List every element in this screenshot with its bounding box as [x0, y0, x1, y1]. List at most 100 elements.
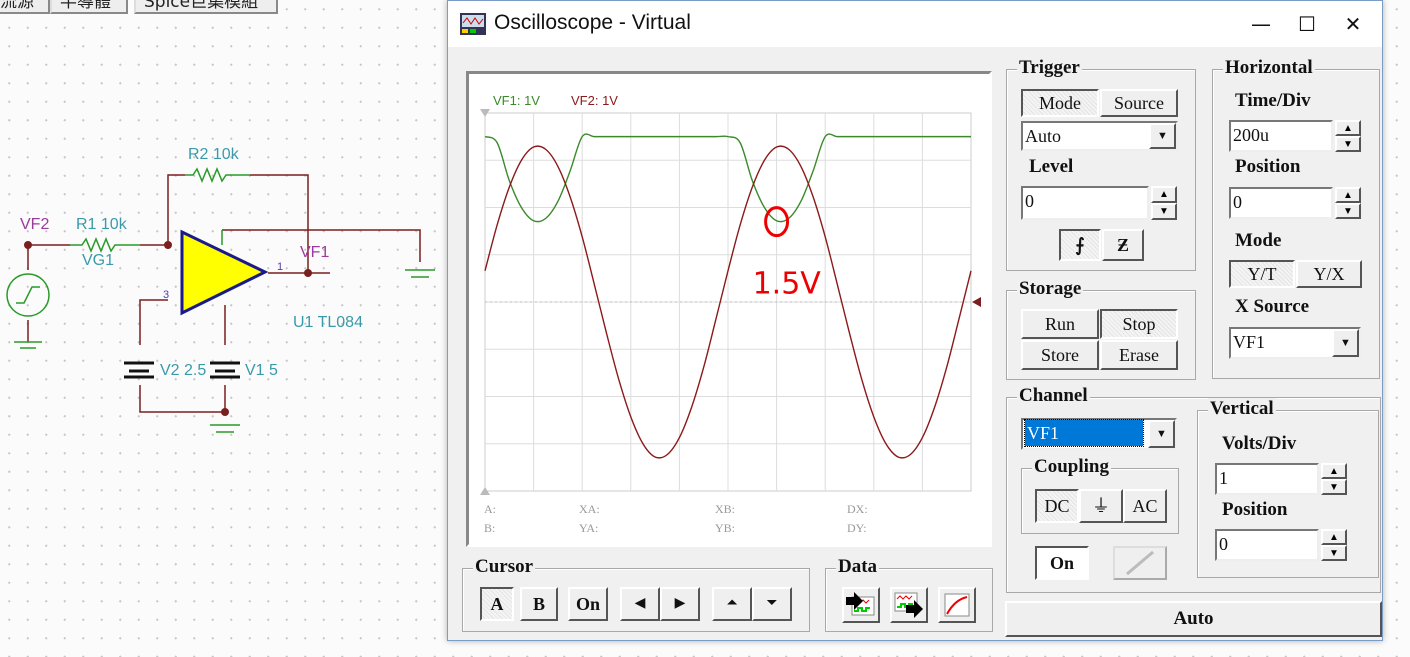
spin-down-icon[interactable]: ▼: [1151, 203, 1177, 220]
channel-on-button[interactable]: On: [1035, 546, 1089, 580]
label-vf2: VF2: [20, 216, 49, 233]
storage-run-button[interactable]: Run: [1021, 309, 1099, 339]
storage-erase-button[interactable]: Erase: [1100, 340, 1178, 370]
time-div-input[interactable]: 200u: [1229, 120, 1333, 152]
channel-group-title: Channel: [1017, 385, 1090, 407]
horizontal-position-label: Position: [1235, 156, 1301, 177]
channel-label-vf2: VF2: 1V: [571, 93, 618, 108]
storage-group-title: Storage: [1017, 278, 1084, 300]
cursor-up-button[interactable]: ⏶: [712, 587, 752, 621]
data-group-title: Data: [836, 556, 880, 578]
x-source-select[interactable]: VF1 ▼: [1229, 327, 1361, 359]
trigger-group-title: Trigger: [1017, 57, 1082, 79]
import-data-icon: [846, 592, 875, 616]
volts-div-label: Volts/Div: [1222, 433, 1297, 454]
pin-3: 3: [163, 289, 169, 301]
cursor-b-button[interactable]: B: [520, 587, 558, 621]
cursor-right-button[interactable]: ▶: [660, 587, 700, 621]
channel-label-vf1: VF1: 1V: [493, 93, 540, 108]
cursor-group: Cursor A B On ◀ ▶ ⏶ ⏷: [462, 556, 810, 632]
storage-store-button[interactable]: Store: [1021, 340, 1099, 370]
cursor-down-button[interactable]: ⏷: [752, 587, 792, 621]
cursor-dy-readout: DY:: [847, 521, 867, 535]
cursor-b-readout: B:: [484, 521, 496, 535]
chevron-down-icon[interactable]: ▼: [1332, 329, 1359, 357]
volts-div-input[interactable]: 1: [1215, 463, 1319, 495]
minimize-button[interactable]: —: [1238, 5, 1284, 43]
op-amp-symbol: [180, 229, 269, 316]
spin-up-icon[interactable]: ▲: [1151, 186, 1177, 203]
time-div-label: Time/Div: [1235, 90, 1311, 111]
label-v1: V1 5: [245, 362, 278, 379]
mode-yt-button[interactable]: Y/T: [1229, 260, 1295, 288]
cursor-a-button[interactable]: A: [480, 587, 514, 621]
import-data-button[interactable]: [842, 587, 880, 623]
channel-group: Channel VF1 ▼ Coupling DC ⏚ AC On Vertica…: [1006, 385, 1381, 593]
cursor-on-button[interactable]: On: [568, 587, 608, 621]
probe-button[interactable]: [1113, 546, 1167, 580]
chevron-down-icon[interactable]: ▼: [1148, 420, 1175, 448]
trigger-mode-value: Auto: [1025, 126, 1061, 146]
trigger-group: Trigger Mode Source Auto ▼ Level 0 ▲ ▼ ⨍ …: [1006, 57, 1196, 271]
pin-1: 1: [277, 261, 283, 273]
cursor-xa-readout: XA:: [579, 502, 600, 516]
spin-up-icon[interactable]: ▲: [1335, 120, 1361, 136]
close-button[interactable]: ✕: [1330, 5, 1376, 43]
vertical-group-title: Vertical: [1208, 398, 1276, 420]
coupling-group: Coupling DC ⏚ AC: [1021, 456, 1179, 534]
oscilloscope-app-icon: [460, 13, 486, 35]
maximize-button[interactable]: ☐: [1284, 5, 1330, 43]
spin-down-icon[interactable]: ▼: [1335, 203, 1361, 219]
export-data-icon: [894, 592, 923, 618]
cursor-dx-readout: DX:: [847, 502, 868, 516]
label-vg1: VG1: [82, 252, 114, 269]
label-r2: R2 10k: [188, 146, 240, 163]
trigger-rising-edge-button[interactable]: ⨍: [1059, 229, 1101, 261]
oscilloscope-window: Oscilloscope - Virtual — ☐ ✕ VF1: 1V VF2:…: [447, 0, 1383, 641]
plot-data-button[interactable]: [938, 587, 976, 623]
channel-value: VF1: [1024, 419, 1144, 447]
scope-display: VF1: 1V VF2: 1V 1.5V A: B: XA: YA: XB: YB:…: [466, 71, 992, 547]
label-u1: U1 TL084: [293, 314, 363, 331]
probe-icon: [1126, 550, 1154, 576]
trigger-level-label: Level: [1029, 156, 1074, 177]
schematic: VF2 R1 10k VG1 R2 10k VF1 U1 TL084 V2 2.…: [6, 146, 435, 433]
vertical-position-label: Position: [1222, 499, 1288, 520]
trigger-falling-edge-button[interactable]: Ƶ: [1102, 229, 1144, 261]
spin-up-icon[interactable]: ▲: [1335, 187, 1361, 203]
chevron-down-icon[interactable]: ▼: [1149, 123, 1176, 149]
cursor-left-button[interactable]: ◀: [620, 587, 660, 621]
channel-select[interactable]: VF1 ▼: [1021, 418, 1177, 450]
coupling-ac-button[interactable]: AC: [1123, 489, 1167, 523]
spin-down-icon[interactable]: ▼: [1321, 479, 1347, 495]
trigger-mode-tab[interactable]: Mode: [1021, 89, 1099, 117]
spin-up-icon[interactable]: ▲: [1321, 463, 1347, 479]
auto-button[interactable]: Auto: [1005, 601, 1382, 637]
cursor-xb-readout: XB:: [715, 502, 736, 516]
storage-stop-button[interactable]: Stop: [1100, 309, 1178, 339]
horizontal-mode-label: Mode: [1235, 230, 1282, 251]
annotation-label: 1.5V: [753, 267, 822, 302]
export-data-button[interactable]: [890, 587, 928, 623]
storage-group: Storage Run Stop Store Erase: [1006, 278, 1196, 380]
coupling-ground-button[interactable]: ⏚: [1079, 489, 1123, 523]
coupling-dc-button[interactable]: DC: [1035, 489, 1079, 523]
title-bar[interactable]: Oscilloscope - Virtual — ☐ ✕: [448, 1, 1382, 47]
spin-up-icon[interactable]: ▲: [1321, 529, 1347, 545]
trigger-mode-select[interactable]: Auto ▼: [1021, 121, 1178, 151]
trigger-source-tab[interactable]: Source: [1100, 89, 1178, 117]
trigger-level-input[interactable]: 0: [1021, 186, 1149, 220]
vertical-position-input[interactable]: 0: [1215, 529, 1319, 561]
spin-down-icon[interactable]: ▼: [1321, 545, 1347, 561]
label-vf1: VF1: [300, 244, 329, 261]
window-title: Oscilloscope - Virtual: [494, 11, 691, 34]
label-r1: R1 10k: [76, 216, 128, 233]
cursor-group-title: Cursor: [473, 556, 536, 578]
horizontal-group: Horizontal Time/Div 200u ▲ ▼ Position 0 …: [1212, 57, 1380, 379]
label-v2: V2 2.5: [160, 362, 206, 379]
mode-yx-button[interactable]: Y/X: [1296, 260, 1362, 288]
trigger-level-marker: [972, 297, 981, 307]
horizontal-position-input[interactable]: 0: [1229, 187, 1333, 219]
cursor-ya-readout: YA:: [579, 521, 599, 535]
spin-down-icon[interactable]: ▼: [1335, 136, 1361, 152]
